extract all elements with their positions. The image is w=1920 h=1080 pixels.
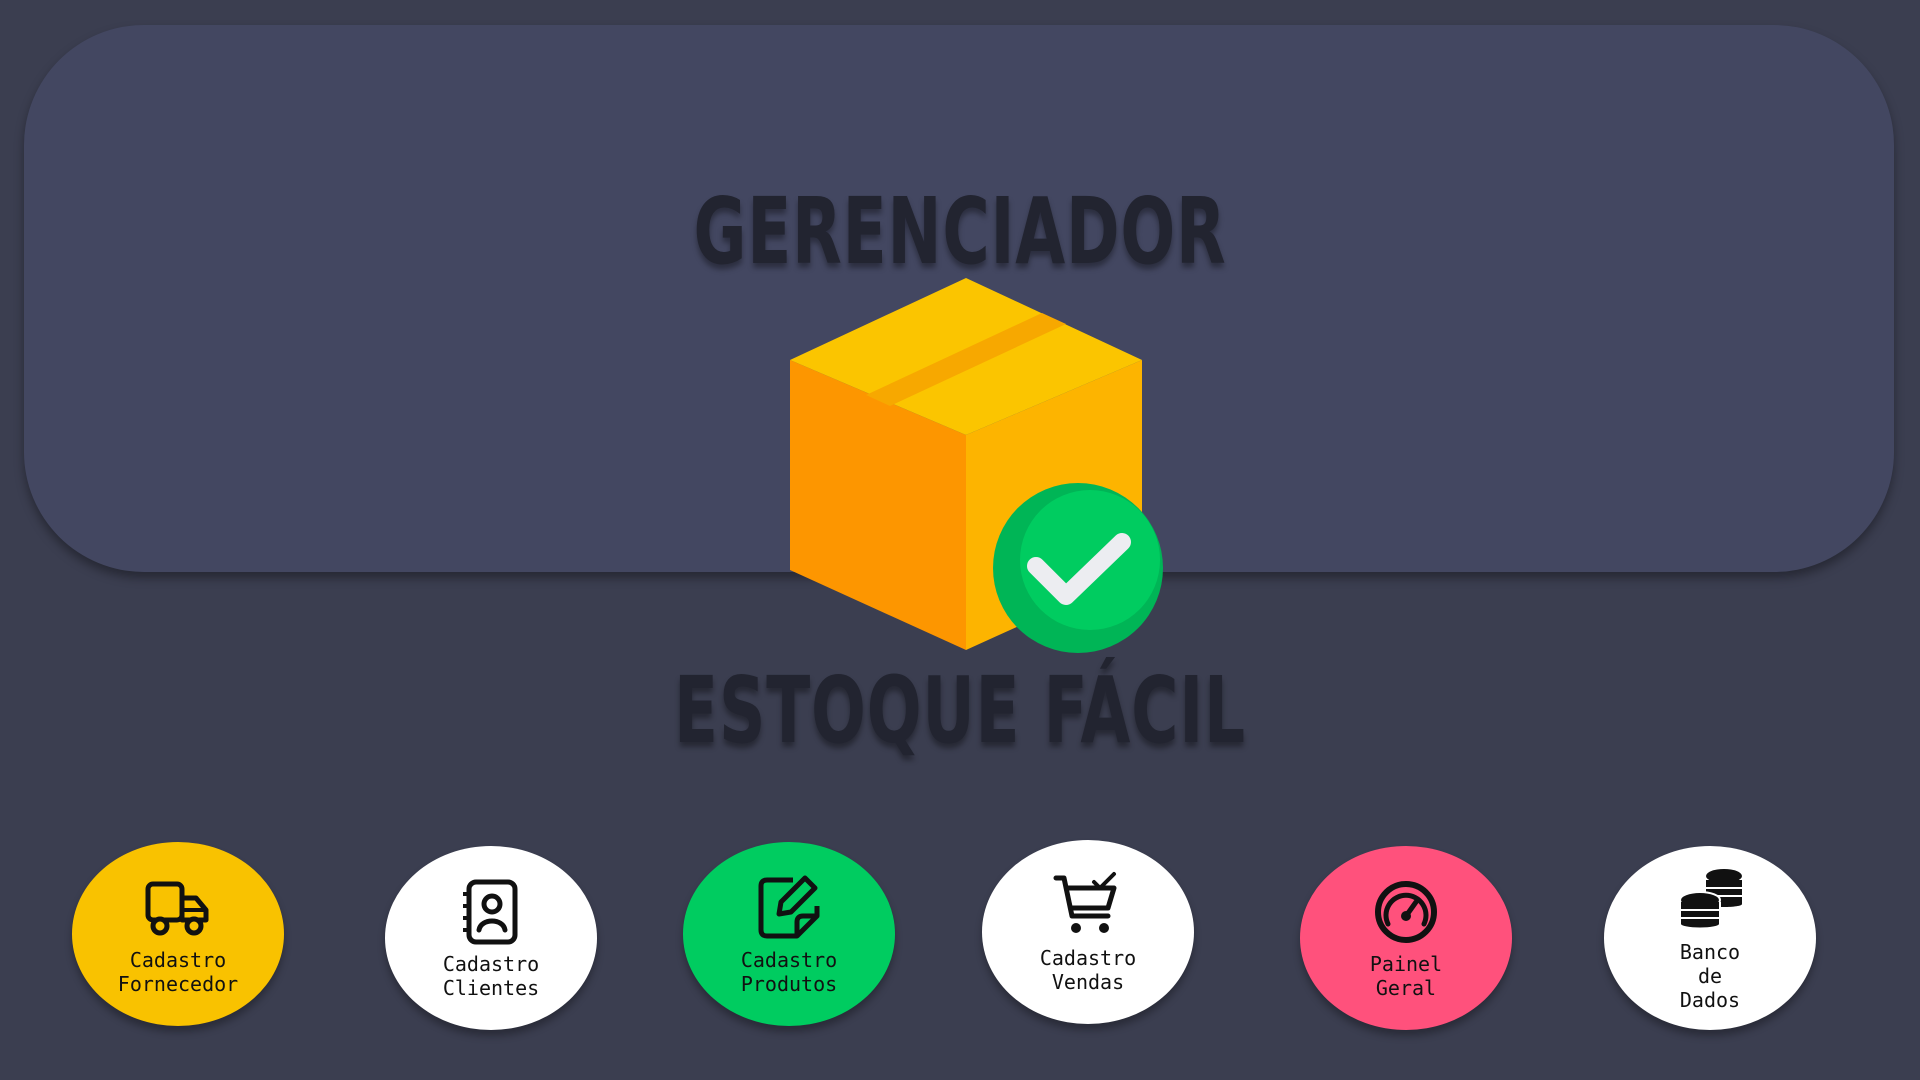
- speedometer-icon: [1375, 881, 1437, 943]
- banco-de-dados-button[interactable]: Banco de Dados: [1604, 846, 1816, 1030]
- cadastro-fornecedor-button[interactable]: Cadastro Fornecedor: [72, 842, 284, 1026]
- cadastro-vendas-button[interactable]: Cadastro Vendas: [982, 840, 1194, 1024]
- cadastro-produtos-label: Cadastro Produtos: [740, 948, 838, 996]
- coins-stack-icon: [1679, 869, 1742, 930]
- cadastro-produtos-button[interactable]: Cadastro Produtos: [683, 842, 895, 1026]
- app-title-top: GERENCIADOR: [693, 178, 1227, 285]
- cadastro-vendas-label: Cadastro Vendas: [1039, 946, 1137, 994]
- app-window: GERENCIADOR ESTOQUE FÁCIL Cadastro Forne…: [0, 0, 1920, 1080]
- main-menu: Cadastro Fornecedor Cadastro Clientes Ca…: [0, 838, 1920, 1038]
- truck-icon: [145, 881, 209, 936]
- cadastro-fornecedor-label: Cadastro Fornecedor: [117, 948, 239, 996]
- cadastro-clientes-label: Cadastro Clientes: [442, 952, 540, 1000]
- painel-geral-label: Painel Geral: [1369, 952, 1443, 1000]
- app-title-bottom: ESTOQUE FÁCIL: [674, 657, 1246, 764]
- banco-de-dados-label: Banco de Dados: [1679, 940, 1741, 1012]
- edit-note-icon: [758, 875, 820, 939]
- cart-check-icon: [1053, 872, 1117, 933]
- contact-book-icon: [463, 879, 518, 945]
- painel-geral-button[interactable]: Painel Geral: [1300, 846, 1512, 1030]
- package-check-icon: [790, 278, 1163, 653]
- cadastro-clientes-button[interactable]: Cadastro Clientes: [385, 846, 597, 1030]
